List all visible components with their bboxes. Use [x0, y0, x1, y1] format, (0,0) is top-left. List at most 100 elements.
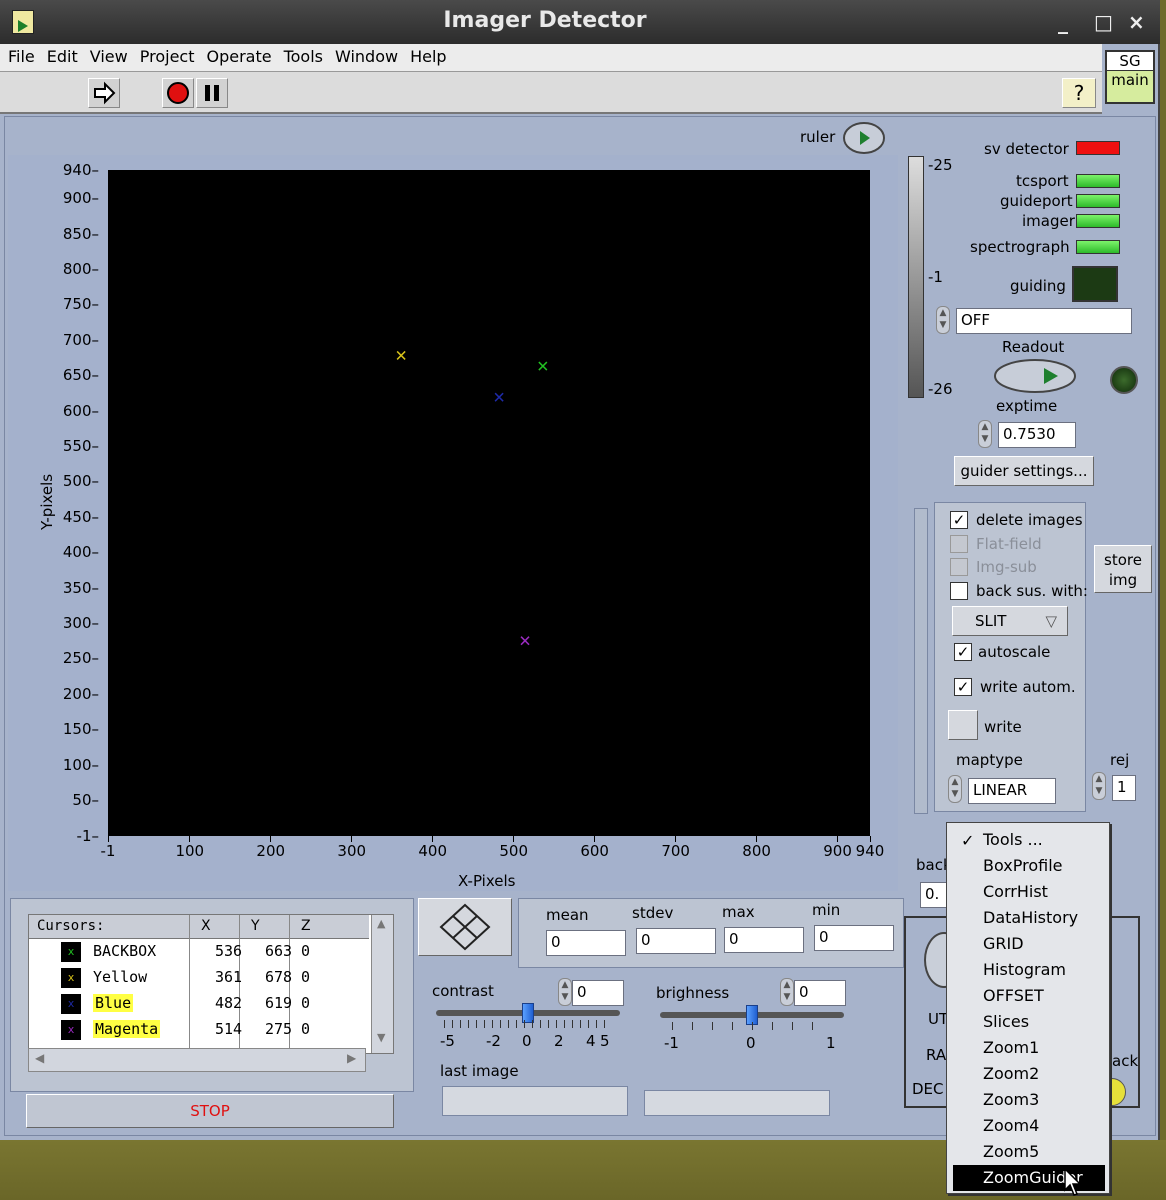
menu-help[interactable]: Help	[402, 44, 450, 66]
pause-button[interactable]	[196, 78, 228, 108]
menu-operate[interactable]: Operate	[198, 44, 275, 66]
menu-edit[interactable]: Edit	[39, 44, 82, 66]
menu-item-zoom5[interactable]: Zoom5	[953, 1139, 1105, 1165]
menu-window[interactable]: Window	[327, 44, 402, 66]
back-sus-label: back sus. with:	[976, 582, 1088, 600]
cursor-marker-1[interactable]	[396, 350, 406, 360]
imager-label: imager	[1022, 212, 1075, 230]
y-tick-label: 940–	[62, 161, 99, 179]
img-sub-checkbox[interactable]	[950, 558, 968, 576]
guide-mode-spinner[interactable]: ▲ ▼	[936, 306, 950, 334]
max-label: max	[722, 903, 755, 921]
maptype-field[interactable]: LINEAR	[968, 778, 1056, 804]
brightness-scale-label: 1	[826, 1034, 836, 1052]
rej-spinner[interactable]: ▲ ▼	[1092, 772, 1106, 800]
menu-view[interactable]: View	[82, 44, 132, 66]
guideport-led	[1076, 194, 1120, 208]
cursor-row-backbox[interactable]: x BACKBOX 536 663 0	[29, 939, 369, 965]
menu-tools[interactable]: Tools	[276, 44, 327, 66]
pan-zoom-tool-button[interactable]	[418, 898, 512, 956]
autoscale-checkbox[interactable]: ✓	[954, 643, 972, 661]
run-arrow-button[interactable]	[88, 78, 120, 108]
cursor-marker-3[interactable]	[520, 636, 530, 646]
exptime-field[interactable]: 0.7530	[998, 422, 1076, 448]
back-sus-checkbox[interactable]	[950, 582, 968, 600]
cursor-markers	[396, 350, 548, 646]
brightness-field[interactable]: 0	[794, 980, 846, 1006]
scroll-right-icon[interactable]: ▶	[347, 1051, 356, 1065]
status-field	[644, 1090, 830, 1116]
title-bar[interactable]: Imager Detector _ □ ×	[0, 0, 1160, 44]
ra-label: RA	[926, 1046, 947, 1064]
y-tick-label: 700–	[62, 330, 99, 349]
cursor-row-blue[interactable]: x Blue 482 619 0	[29, 991, 369, 1017]
cursor-row-magenta[interactable]: x Magenta 514 275 0	[29, 1017, 369, 1043]
contrast-scale-label: 5	[600, 1032, 610, 1050]
main-label: main	[1111, 71, 1149, 89]
flat-field-checkbox[interactable]	[950, 535, 968, 553]
menu-item-zoom3[interactable]: Zoom3	[953, 1087, 1105, 1113]
rej-field[interactable]: 1	[1112, 775, 1136, 801]
x-tick-label: 700	[660, 836, 692, 860]
ruler-toggle[interactable]	[842, 121, 886, 155]
minimize-icon[interactable]: _	[1058, 10, 1068, 34]
scroll-up-icon[interactable]: ▲	[377, 917, 385, 930]
y-tick-label: 450–	[62, 507, 99, 526]
guider-settings-button[interactable]: guider settings...	[954, 456, 1094, 486]
scroll-down-icon[interactable]: ▼	[377, 1031, 385, 1044]
maximize-icon[interactable]: □	[1094, 10, 1113, 34]
contrast-field[interactable]: 0	[572, 980, 624, 1006]
cursor-marker-2[interactable]	[494, 392, 504, 402]
menu-item-grid[interactable]: GRID	[953, 931, 1105, 957]
cursor-x: 536	[215, 942, 243, 960]
menu-item-offset[interactable]: OFFSET	[953, 983, 1105, 1009]
brightness-label: brighness	[656, 984, 730, 1002]
cursor-name: Yellow	[93, 968, 148, 986]
help-button[interactable]: ?	[1062, 78, 1096, 108]
slit-dropdown[interactable]: SLIT ▽	[952, 606, 1068, 636]
min-field: 0	[814, 925, 894, 951]
maptype-spinner[interactable]: ▲ ▼	[948, 775, 962, 803]
menu-item-slices[interactable]: Slices	[953, 1009, 1105, 1035]
delete-images-checkbox[interactable]: ✓	[950, 511, 968, 529]
table-vscrollbar[interactable]: ▲ ▼	[371, 915, 393, 1053]
table-hscrollbar[interactable]: ◀ ▶	[28, 1048, 366, 1072]
readout-button[interactable]	[992, 356, 1078, 396]
menu-item-tools[interactable]: Tools ...	[953, 827, 1105, 853]
menu-item-zoom1[interactable]: Zoom1	[953, 1035, 1105, 1061]
menu-file[interactable]: File	[0, 44, 39, 66]
menu-item-histogram[interactable]: Histogram	[953, 957, 1105, 983]
col-x-header: X	[201, 918, 211, 934]
sv-detector-led	[1076, 141, 1120, 155]
menu-item-corrhist[interactable]: CorrHist	[953, 879, 1105, 905]
stop-button[interactable]: STOP	[26, 1094, 394, 1128]
contrast-scale-label: 2	[554, 1032, 564, 1050]
cursor-y: 678	[265, 968, 293, 986]
brightness-spinner[interactable]: ▲ ▼	[780, 978, 794, 1006]
cursor-marker-0[interactable]	[538, 361, 548, 371]
close-icon[interactable]: ×	[1128, 10, 1145, 34]
exptime-spinner[interactable]: ▲ ▼	[978, 420, 992, 448]
x-tick-label: 200	[255, 836, 287, 860]
contrast-spinner[interactable]: ▲ ▼	[558, 978, 572, 1006]
y-tick-label: 850–	[62, 224, 99, 243]
abort-button[interactable]	[162, 78, 194, 108]
menu-item-datahistory[interactable]: DataHistory	[953, 905, 1105, 931]
store-img-button[interactable]: store img	[1094, 545, 1152, 593]
readout-led	[1110, 366, 1138, 394]
menu-item-zoom4[interactable]: Zoom4	[953, 1113, 1105, 1139]
menu-item-zoom2[interactable]: Zoom2	[953, 1061, 1105, 1087]
cursor-swatch-blue: x	[61, 994, 81, 1014]
cursor-row-yellow[interactable]: x Yellow 361 678 0	[29, 965, 369, 991]
write-autom-checkbox[interactable]: ✓	[954, 678, 972, 696]
menu-project[interactable]: Project	[132, 44, 199, 66]
menu-item-boxprofile[interactable]: BoxProfile	[953, 853, 1105, 879]
x-tick-label: 400	[417, 836, 449, 860]
tcsport-label: tcsport	[1016, 172, 1069, 190]
last-image-label: last image	[440, 1062, 519, 1080]
brightness-scale-label: 0	[746, 1034, 756, 1052]
write-button[interactable]	[948, 710, 978, 740]
cursor-x: 482	[215, 994, 243, 1012]
guide-mode-field[interactable]: OFF	[956, 308, 1132, 334]
scroll-left-icon[interactable]: ◀	[35, 1051, 44, 1065]
